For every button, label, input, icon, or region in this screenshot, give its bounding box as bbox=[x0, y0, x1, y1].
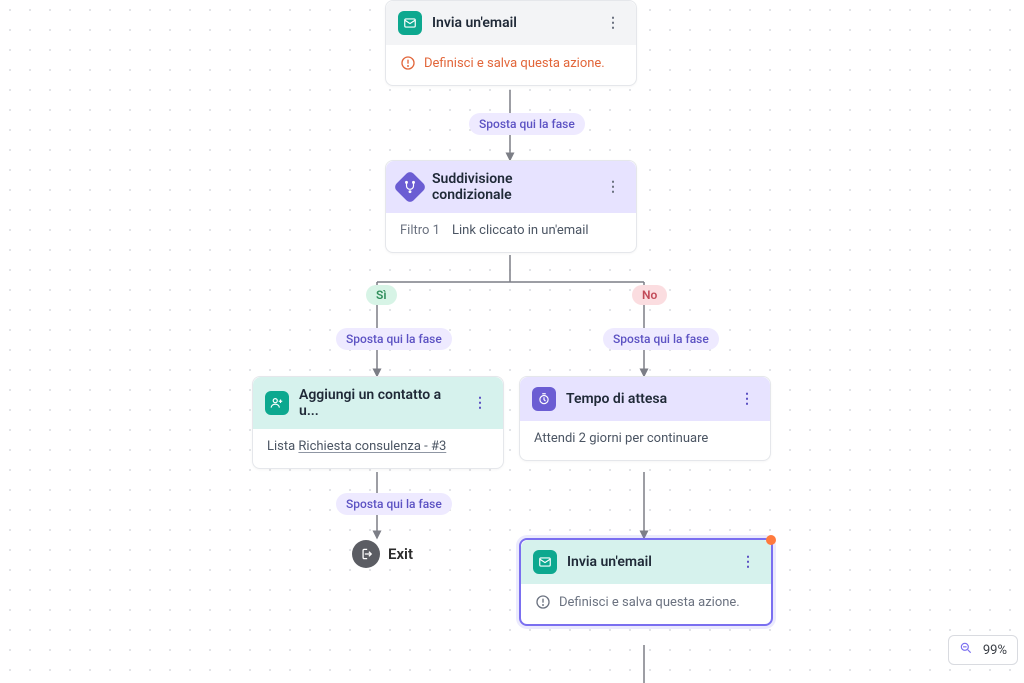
drop-phase-pill[interactable]: Sposta qui la fase bbox=[336, 493, 452, 515]
node-menu-button[interactable] bbox=[736, 392, 758, 406]
connector-lines bbox=[0, 0, 1024, 683]
exit-icon bbox=[352, 540, 380, 568]
workflow-canvas[interactable]: Invia un'email Definisci e salva questa … bbox=[0, 0, 1024, 683]
filter-label: Filtro 1 bbox=[400, 223, 440, 238]
wait-description: Attendi 2 giorni per continuare bbox=[534, 431, 708, 446]
node-title: Aggiungi un contatto a u... bbox=[299, 387, 459, 419]
node-add-contact[interactable]: Aggiungi un contatto a u... Lista Richie… bbox=[252, 376, 504, 469]
user-add-icon bbox=[265, 391, 289, 415]
node-send-email-top[interactable]: Invia un'email Definisci e salva questa … bbox=[385, 0, 637, 86]
info-icon bbox=[535, 594, 551, 610]
list-link[interactable]: Richiesta consulenza - #3 bbox=[298, 439, 446, 454]
drop-phase-pill[interactable]: Sposta qui la fase bbox=[469, 113, 585, 135]
node-conditional-split[interactable]: Suddivisione condizionale Filtro 1 Link … bbox=[385, 160, 637, 253]
node-menu-button[interactable] bbox=[602, 16, 624, 30]
branch-icon bbox=[393, 170, 427, 204]
node-send-email-bottom[interactable]: Invia un'email Definisci e salva questa … bbox=[519, 538, 773, 626]
clock-icon bbox=[532, 387, 556, 411]
zoom-value: 99% bbox=[983, 643, 1007, 658]
node-title: Invia un'email bbox=[432, 15, 517, 31]
node-menu-button[interactable] bbox=[469, 396, 491, 410]
node-title: Tempo di attesa bbox=[566, 391, 667, 407]
warning-text: Definisci e salva questa azione. bbox=[424, 56, 605, 71]
filter-description: Link cliccato in un'email bbox=[452, 223, 589, 238]
info-text: Definisci e salva questa azione. bbox=[559, 595, 740, 610]
drop-phase-pill[interactable]: Sposta qui la fase bbox=[336, 328, 452, 350]
zoom-control[interactable]: 99% bbox=[948, 635, 1018, 665]
zoom-out-icon[interactable] bbox=[959, 641, 973, 659]
node-menu-button[interactable] bbox=[602, 180, 624, 194]
mail-icon bbox=[398, 11, 422, 35]
drop-phase-pill[interactable]: Sposta qui la fase bbox=[603, 328, 719, 350]
branch-yes-pill: Sì bbox=[366, 285, 397, 305]
mail-icon bbox=[533, 550, 557, 574]
list-prefix: Lista bbox=[267, 439, 298, 454]
branch-no-pill: No bbox=[632, 285, 667, 305]
node-title: Suddivisione condizionale bbox=[432, 171, 592, 203]
exit-node[interactable]: Exit bbox=[352, 540, 413, 568]
node-menu-button[interactable] bbox=[737, 555, 759, 569]
exit-label: Exit bbox=[388, 545, 413, 563]
node-wait[interactable]: Tempo di attesa Attendi 2 giorni per con… bbox=[519, 376, 771, 461]
warning-icon bbox=[400, 55, 416, 71]
node-title: Invia un'email bbox=[567, 554, 652, 570]
attention-dot bbox=[766, 535, 776, 545]
